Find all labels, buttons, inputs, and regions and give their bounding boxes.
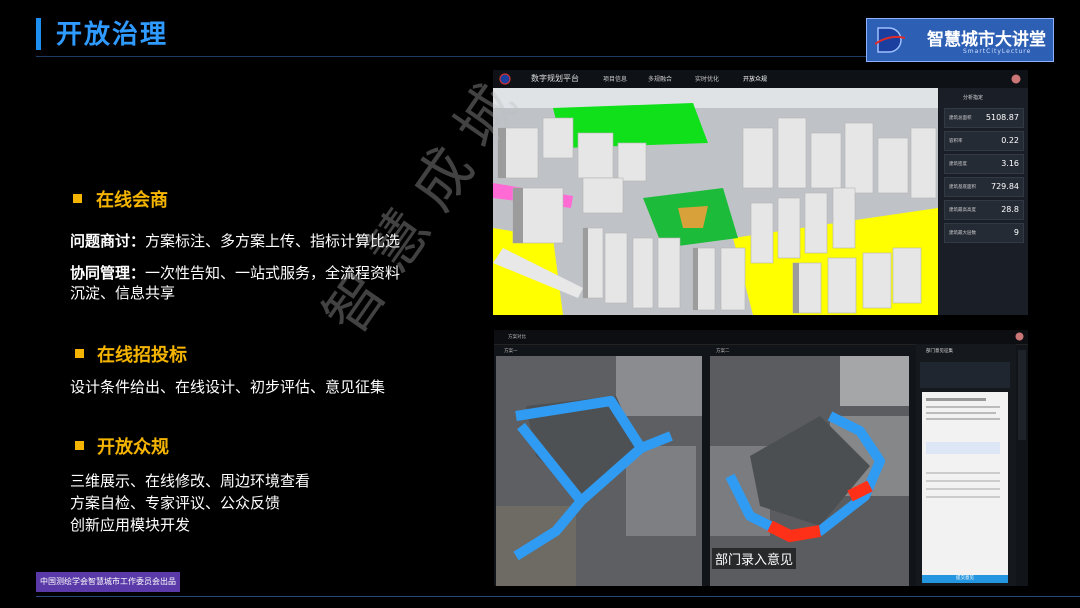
line-text: 三维展示、在线修改、周边环境查看: [70, 472, 311, 490]
logo-subtext: SmartCityLecture: [963, 48, 1032, 55]
metric-card: 建筑基底面积 729.84: [944, 177, 1024, 197]
metric-value: 3.16: [1001, 159, 1019, 168]
metric-label: 建筑最大层数: [949, 231, 976, 236]
nav-item[interactable]: 多规融合: [648, 74, 672, 83]
metric-label: 容积率: [949, 139, 963, 144]
metric-label: 建筑总面积: [949, 116, 972, 121]
view-a-label: 方案一: [504, 349, 518, 354]
logo-mark-icon: [875, 27, 905, 53]
metric-label: 建筑基底面积: [949, 185, 976, 190]
metric-card: 容积率 0.22: [944, 131, 1024, 151]
section-line: 方案自检、专家评议、公众反馈: [70, 492, 280, 514]
footer-badge: 中国测绘学会智慧城市工作委员会出品: [36, 572, 180, 592]
side-tabs[interactable]: [1018, 350, 1026, 440]
line-label: 问题商讨：: [70, 232, 146, 250]
city-3d-scene[interactable]: [493, 88, 938, 315]
line-text: 设计条件给出、在线设计、初步评估、意见征集: [70, 378, 386, 396]
platform-navbar: 数字规划平台 项目信息 多规融合 实时优化 开放众规: [493, 70, 1028, 89]
analysis-panel: 分析指定 建筑总面积 5108.87 容积率 0.22 建筑密度 3.16 建筑基底面…: [939, 88, 1028, 315]
section-line: 创新应用模块开发: [70, 514, 190, 536]
logo: 智慧城市大讲堂 SmartCityLecture: [866, 18, 1054, 62]
section-title-online-consult: 在线会商: [96, 190, 168, 211]
nav-item[interactable]: 实时优化: [695, 74, 719, 83]
bullet-icon: [75, 441, 84, 450]
metric-card: 建筑密度 3.16: [944, 154, 1024, 174]
bullet-icon: [75, 349, 84, 358]
comparison-topbar: 方案对比: [494, 330, 1028, 345]
logo-text: 智慧城市大讲堂: [927, 30, 1046, 50]
scheme-dropdown[interactable]: 方案对比: [508, 334, 526, 340]
metric-value: 5108.87: [985, 113, 1019, 122]
planning-platform-screenshot: 数字规划平台 项目信息 多规融合 实时优化 开放众规 分析指定 建筑总面积 51…: [493, 70, 1028, 315]
nav-item[interactable]: 项目信息: [603, 74, 627, 83]
line-text: 沉淀、信息共享: [70, 284, 176, 302]
section-title-open-planning: 开放众规: [97, 437, 169, 458]
analysis-panel-title: 分析指定: [963, 95, 984, 101]
metric-label: 建筑密度: [949, 162, 967, 167]
section-line: 设计条件给出、在线设计、初步评估、意见征集: [70, 376, 385, 398]
scheme-a-3d-view[interactable]: [496, 356, 702, 586]
page-title: 开放治理: [56, 20, 169, 50]
metric-label: 建筑最高高度: [949, 208, 976, 213]
line-text: 方案自检、专家评议、公众反馈: [70, 494, 281, 512]
opinion-form[interactable]: [922, 392, 1008, 582]
view-b-label: 方案二: [716, 349, 730, 354]
metric-value: 9: [1013, 228, 1019, 237]
metric-value: 0.22: [1001, 136, 1019, 145]
metric-value: 729.84: [991, 182, 1019, 191]
section-line: 三维展示、在线修改、周边环境查看: [70, 470, 310, 492]
bullet-icon: [73, 194, 82, 203]
user-avatar-icon[interactable]: [1011, 74, 1021, 84]
nav-item-active[interactable]: 开放众规: [743, 74, 767, 83]
comparison-screenshot: 方案对比 方案一 方案二 部门录入意见 部门意见征集 提交意见: [494, 330, 1028, 586]
metric-card: 建筑最大层数 9: [944, 223, 1024, 243]
video-subtitle: 部门录入意见: [712, 548, 797, 569]
opinion-panel: 部门意见征集: [916, 344, 1016, 586]
user-avatar-icon[interactable]: [1015, 332, 1024, 341]
metric-card: 建筑总面积 5108.87: [944, 108, 1024, 128]
platform-app-name: 数字规划平台: [531, 74, 579, 83]
header-divider: [36, 56, 866, 57]
title-accent-bar: [36, 18, 41, 50]
metric-value: 28.8: [1001, 205, 1019, 214]
section-line: 沉淀、信息共享: [70, 282, 175, 304]
section-title-online-bidding: 在线招投标: [97, 345, 187, 366]
line-text: 创新应用模块开发: [70, 516, 191, 534]
line-label: 协同管理：: [70, 264, 146, 282]
footer-divider: [36, 596, 1080, 597]
metric-card: 建筑最高高度 28.8: [944, 200, 1024, 220]
opinion-entry[interactable]: [920, 362, 1010, 388]
opinion-panel-title: 部门意见征集: [926, 349, 953, 354]
submit-opinion-button[interactable]: 提交意见: [922, 575, 1008, 583]
